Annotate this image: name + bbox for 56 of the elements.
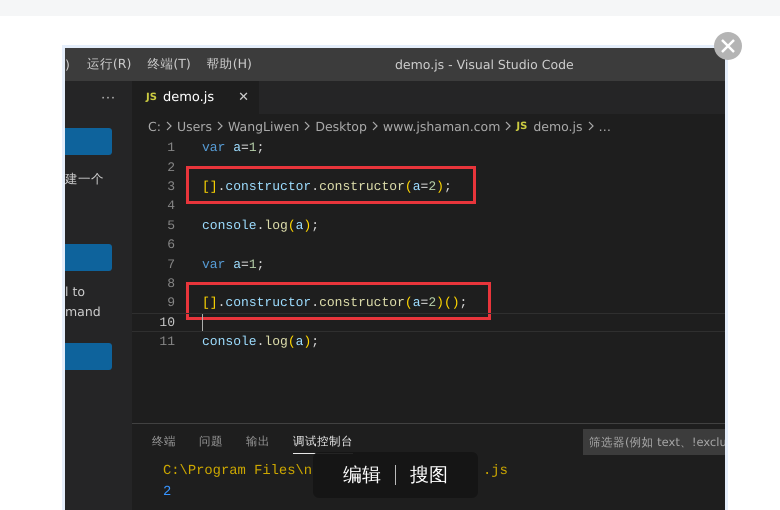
chevron-right-icon: [216, 121, 224, 131]
line-number: 3: [166, 178, 175, 194]
console-text: .js: [483, 463, 508, 481]
close-icon: [721, 39, 735, 53]
chevron-right-icon: [504, 121, 512, 131]
chevron-right-icon: [303, 121, 312, 131]
chevron-right-icon: [370, 121, 379, 131]
sidebar-button[interactable]: [65, 128, 112, 155]
js-file-icon: JS: [516, 120, 528, 132]
menu-item[interactable]: 运行(R): [78, 56, 140, 73]
code-line: console.log(a);: [202, 334, 320, 350]
breadcrumb-item[interactable]: www.jshaman.com: [382, 118, 500, 134]
js-file-icon: JS: [146, 92, 157, 103]
panel-tab[interactable]: 输出: [246, 432, 270, 453]
sidebar-text: l to mand: [65, 283, 102, 321]
panel-tab[interactable]: 问题: [199, 432, 223, 453]
close-tab-button[interactable]: ✕: [238, 90, 249, 105]
panel-tab[interactable]: 终端: [152, 432, 176, 453]
line-number: 5: [166, 218, 175, 233]
chevron-right-icon: [586, 121, 595, 131]
code-line: var a=1;: [202, 256, 264, 272]
code-line: console.log(a);: [202, 218, 320, 233]
console-text: 2: [163, 484, 172, 502]
line-number: 1: [166, 140, 175, 156]
menu-item[interactable]: 帮助(H): [198, 56, 260, 73]
line-number: 7: [166, 256, 175, 272]
editor-tab[interactable]: JS demo.js ✕: [132, 81, 259, 114]
menu-item[interactable]: 终端(T): [139, 56, 199, 73]
more-button[interactable]: ···: [65, 81, 132, 114]
code-line: [].constructor.constructor(a=2)();: [202, 295, 468, 310]
line-number: 9: [166, 295, 175, 310]
line-number: 2: [166, 160, 175, 175]
line-number: 8: [166, 276, 175, 291]
breadcrumb-item[interactable]: WangLiwen: [228, 118, 300, 134]
line-number: 11: [158, 334, 175, 350]
breadcrumb-item[interactable]: Desktop: [315, 118, 367, 134]
line-number: 10: [158, 314, 175, 330]
toolbar-action[interactable]: 搜图: [410, 462, 448, 488]
text-cursor: [202, 314, 203, 331]
toolbar-action[interactable]: 编辑: [343, 462, 381, 488]
console-text: C:\Program Files\n: [163, 463, 312, 481]
sidebar-button[interactable]: [65, 343, 112, 370]
sidebar-button[interactable]: [65, 244, 112, 271]
code-line: [].constructor.constructor(a=2);: [202, 178, 452, 194]
breadcrumb-item[interactable]: demo.js: [533, 118, 583, 134]
chevron-right-icon: [164, 121, 173, 131]
line-number: 6: [166, 237, 175, 252]
line-number: 4: [166, 198, 175, 214]
breadcrumb-item[interactable]: Users: [176, 118, 212, 134]
sidebar-text: 建一个: [65, 170, 105, 188]
breadcrumb-item[interactable]: …: [598, 118, 612, 134]
close-button[interactable]: [714, 32, 742, 60]
window-title: demo.js - Visual Studio Code: [395, 57, 574, 72]
code-line: var a=1;: [202, 140, 264, 156]
menu-item[interactable]: ): [65, 57, 79, 72]
breadcrumb-item[interactable]: C:: [148, 118, 161, 134]
